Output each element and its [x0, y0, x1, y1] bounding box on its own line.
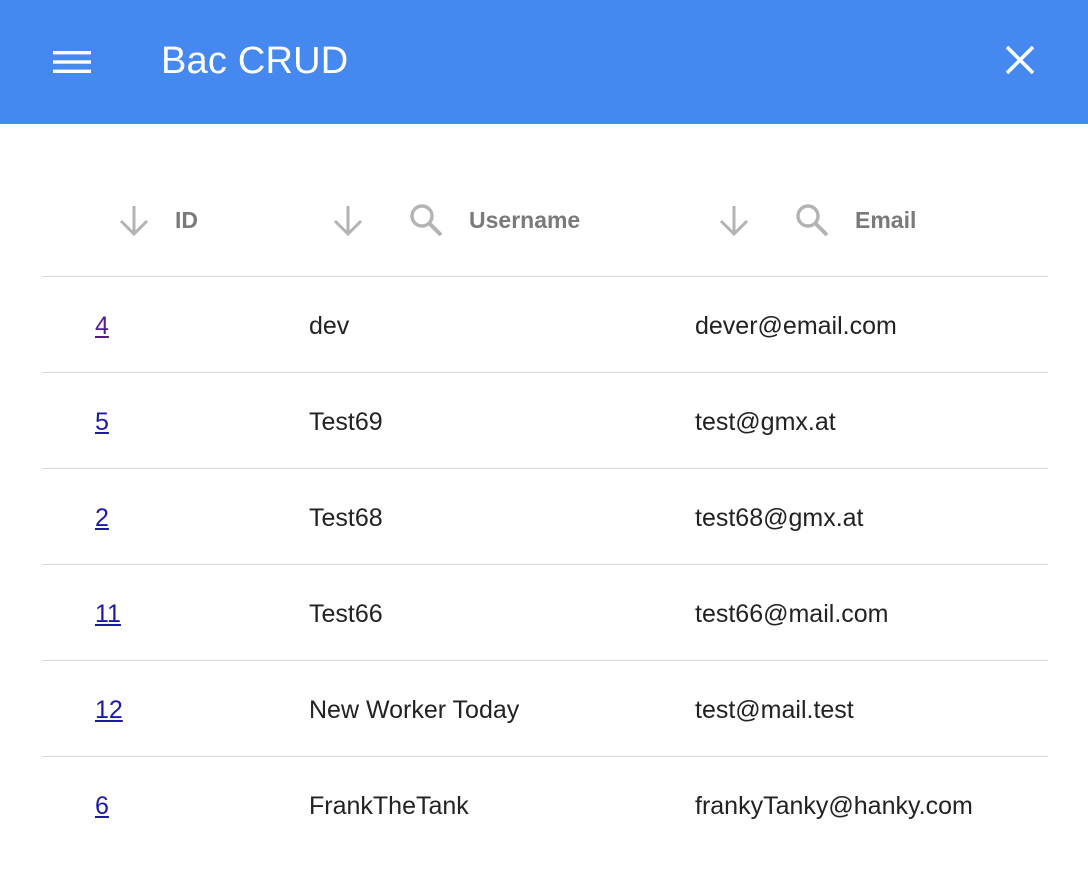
- search-username-search-icon[interactable]: [408, 202, 444, 238]
- row-id-link[interactable]: 12: [95, 695, 123, 725]
- menu-button[interactable]: [40, 30, 104, 94]
- row-id-link[interactable]: 6: [95, 791, 109, 821]
- table-row: 12 New Worker Today test@mail.test: [42, 661, 1048, 757]
- close-button[interactable]: [988, 28, 1052, 92]
- menu-icon: [53, 51, 91, 73]
- app-bar: Bac CRUD: [0, 0, 1088, 124]
- row-username: New Worker Today: [309, 696, 520, 724]
- row-username: FrankTheTank: [309, 792, 469, 820]
- table-row: 4 dev dever@email.com: [42, 277, 1048, 373]
- column-header-email[interactable]: Email: [855, 206, 916, 234]
- search-email-search-icon[interactable]: [794, 202, 830, 238]
- data-table: ID Username Email 4 dev dever@email.com …: [42, 164, 1048, 852]
- row-id-link[interactable]: 11: [95, 599, 121, 629]
- column-header-username[interactable]: Username: [469, 206, 580, 234]
- row-id-link[interactable]: 5: [95, 407, 109, 437]
- sort-username-arrow-down-icon[interactable]: [330, 202, 366, 238]
- sort-email-arrow-down-icon[interactable]: [716, 202, 752, 238]
- table-row: 5 Test69 test@gmx.at: [42, 373, 1048, 469]
- table-row: 2 Test68 test68@gmx.at: [42, 469, 1048, 565]
- row-email: test68@gmx.at: [695, 504, 864, 532]
- row-email: frankyTanky@hanky.com: [695, 792, 973, 820]
- row-email: dever@email.com: [695, 312, 897, 340]
- column-header-id[interactable]: ID: [175, 206, 198, 234]
- row-id-link[interactable]: 4: [95, 311, 109, 341]
- app-title: Bac CRUD: [161, 40, 349, 82]
- close-icon: [1005, 45, 1035, 75]
- table-header: ID Username Email: [42, 164, 1048, 277]
- row-id-link[interactable]: 2: [95, 503, 109, 533]
- row-email: test66@mail.com: [695, 600, 889, 628]
- row-email: test@gmx.at: [695, 408, 836, 436]
- row-username: Test69: [309, 408, 383, 436]
- row-username: Test66: [309, 600, 383, 628]
- table-row: 6 FrankTheTank frankyTanky@hanky.com: [42, 757, 1048, 852]
- row-email: test@mail.test: [695, 696, 854, 724]
- table-row: 11 Test66 test66@mail.com: [42, 565, 1048, 661]
- sort-id-arrow-down-icon[interactable]: [116, 202, 152, 238]
- row-username: Test68: [309, 504, 383, 532]
- row-username: dev: [309, 312, 350, 340]
